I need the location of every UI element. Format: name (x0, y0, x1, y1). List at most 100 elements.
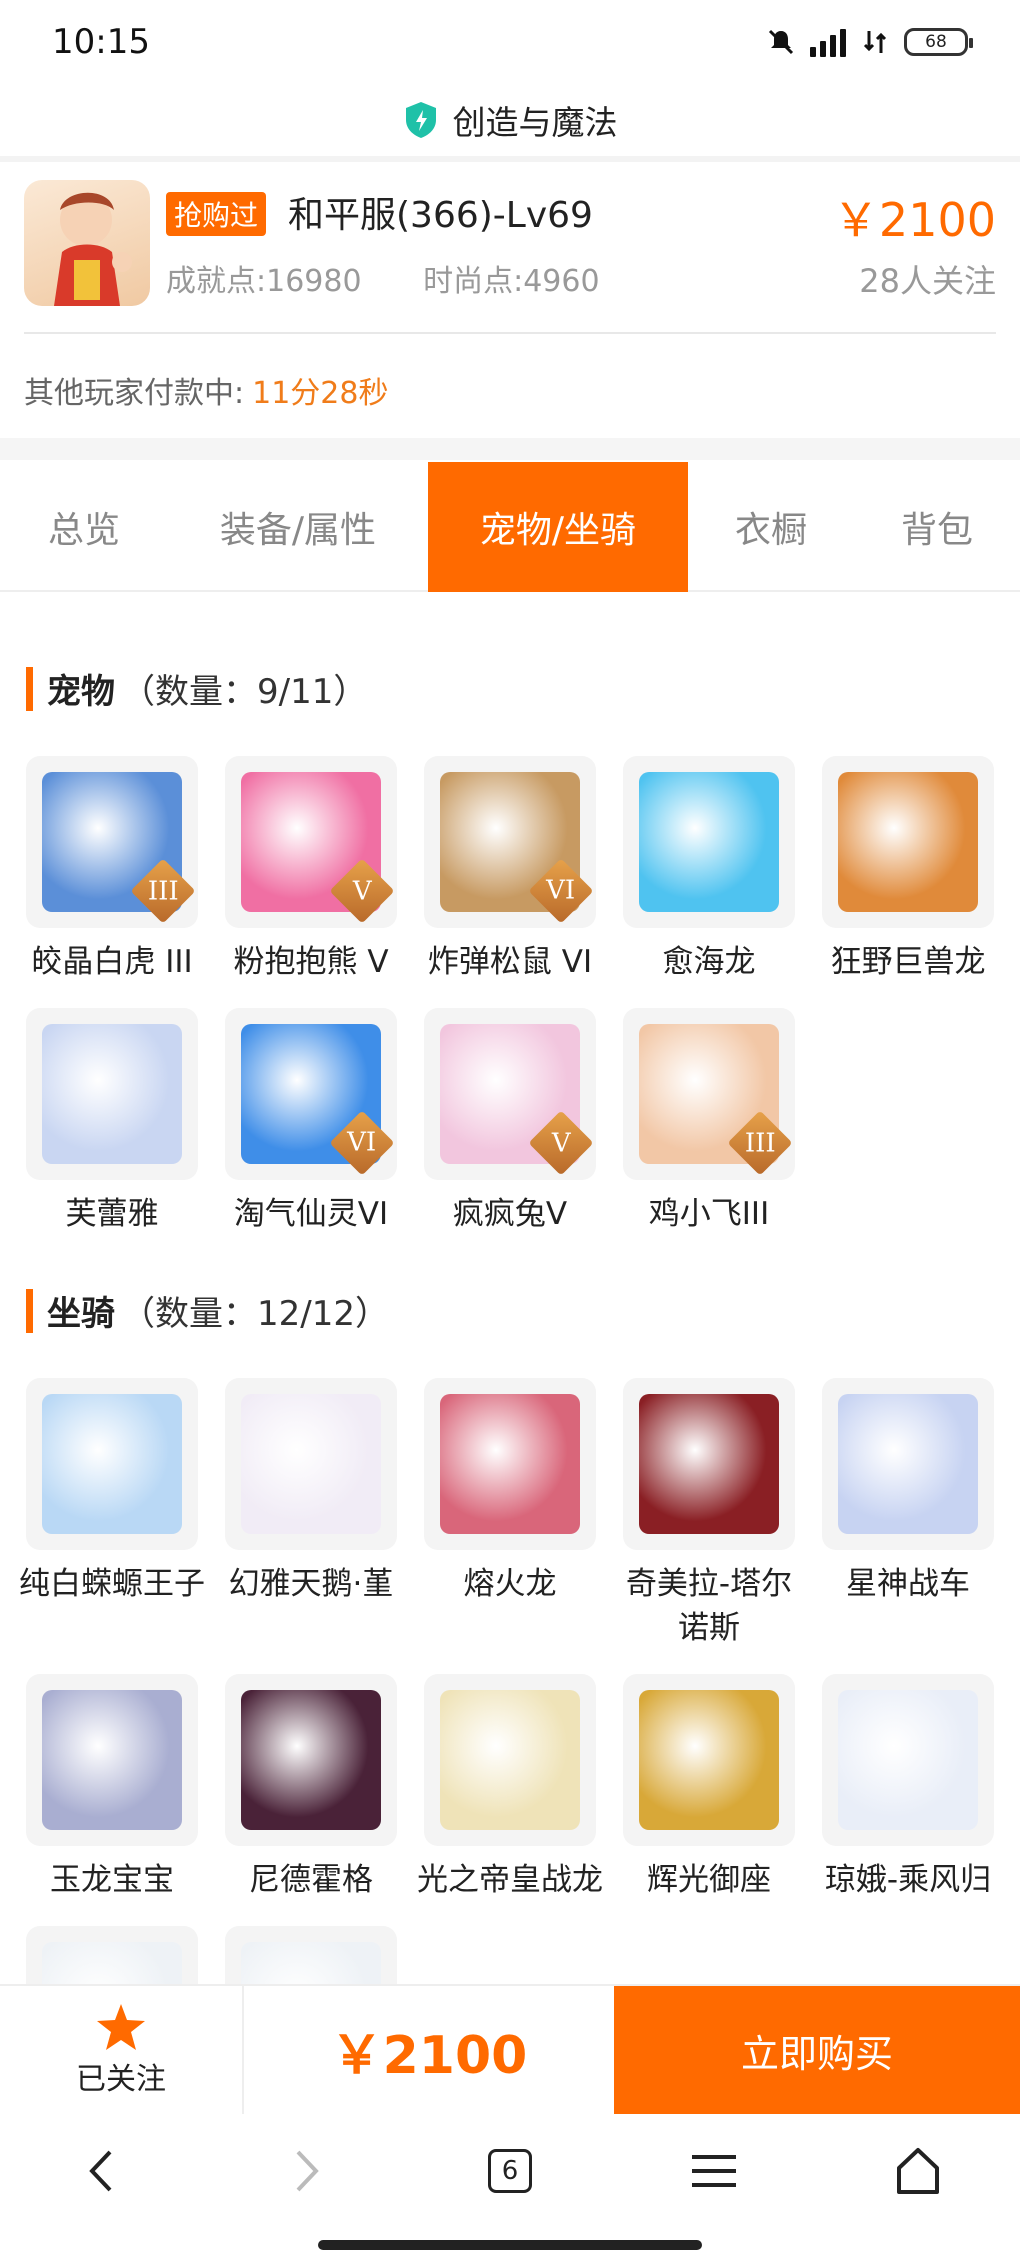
divider (24, 332, 996, 334)
mount-thumbnail (623, 1378, 795, 1550)
chevron-left-icon (89, 2150, 112, 2192)
tab-count: 6 (488, 2149, 532, 2193)
tab-pets-mounts[interactable]: 宠物/坐骑 (428, 462, 688, 592)
follow-button[interactable]: 已关注 (0, 1986, 244, 2114)
section-gap (0, 438, 1020, 460)
mount-name: 玉龙宝宝 (50, 1862, 174, 1898)
mount-item[interactable]: 奇美拉-塔尔诺斯 (623, 1378, 795, 1650)
mount-image (241, 1394, 381, 1534)
pet-thumbnail: V (225, 756, 397, 928)
status-time: 10:15 (52, 22, 150, 62)
mount-thumbnail (26, 1674, 198, 1846)
mount-item[interactable]: 熔火龙 (424, 1378, 596, 1650)
status-icons: 68 (766, 27, 973, 57)
status-bar: 10:15 68 (0, 0, 1020, 84)
mount-thumbnail (225, 1378, 397, 1550)
mount-item[interactable]: 纯白蝾螈王子 (19, 1378, 205, 1650)
app-title: 创造与魔法 (452, 103, 618, 142)
mount-item[interactable]: 玉龙宝宝 (26, 1674, 198, 1902)
home-button[interactable] (878, 2131, 958, 2211)
battery-icon: 68 (904, 28, 973, 56)
tab-equipment[interactable]: 装备/属性 (168, 462, 428, 592)
mount-item[interactable]: 琼娥-乘风归 (822, 1674, 994, 1902)
mount-item[interactable]: 星神战车 (822, 1378, 994, 1650)
mount-thumbnail (26, 1378, 198, 1550)
product-stats: 成就点:16980 时尚点:4960 (166, 256, 600, 300)
shield-icon (405, 102, 436, 138)
payment-label: 其他玩家付款中: (24, 376, 245, 411)
mute-bell-icon (768, 29, 794, 55)
signal-icon (810, 27, 846, 57)
star-icon (97, 2004, 145, 2050)
pet-item[interactable]: VI 淘气仙灵VI (225, 1008, 397, 1236)
pet-name: 狂野巨兽龙 (830, 944, 986, 980)
pet-item[interactable]: 狂野巨兽龙 (822, 756, 994, 984)
pet-thumbnail (26, 1008, 198, 1180)
mount-name: 光之帝皇战龙 (417, 1862, 603, 1898)
pet-name: 炸弹松鼠 VI (427, 944, 593, 980)
follower-count: 28人关注 (859, 262, 996, 300)
pet-name: 鸡小飞III (648, 1196, 770, 1232)
browser-nav-bar: 6 (0, 2116, 1020, 2226)
pet-name: 皎晶白虎 III (31, 944, 193, 980)
mount-image (42, 1394, 182, 1534)
home-icon (897, 2148, 939, 2194)
product-price: ￥2100 (832, 193, 996, 247)
bottom-price: ￥2100 (330, 2025, 528, 2086)
mount-name: 星神战车 (846, 1566, 970, 1602)
buy-now-button[interactable]: 立即购买 (614, 1986, 1020, 2114)
pet-image (838, 772, 978, 912)
accent-bar (26, 1288, 33, 1333)
mounts-section-title: 坐骑 （数量：12/12） (26, 1286, 389, 1335)
pet-thumbnail: VI (424, 756, 596, 928)
bottom-action-bar: 已关注 ￥2100 立即购买 (0, 1984, 1020, 2114)
pet-name: 疯疯兔V (452, 1196, 568, 1232)
character-avatar[interactable] (24, 180, 150, 306)
home-indicator (318, 2240, 702, 2250)
tab-wardrobe[interactable]: 衣橱 (688, 462, 854, 592)
mount-item[interactable]: 幻雅天鹅·堇 (225, 1378, 397, 1650)
mounts-count: （数量：12/12） (121, 1294, 389, 1334)
pet-thumbnail: III (623, 1008, 795, 1180)
forward-button[interactable] (266, 2131, 346, 2211)
pet-item[interactable]: VI 炸弹松鼠 VI (424, 756, 596, 984)
accent-bar (26, 666, 33, 711)
mount-thumbnail (822, 1674, 994, 1846)
mount-image (42, 1690, 182, 1830)
mount-image (838, 1394, 978, 1534)
mount-name: 辉光御座 (647, 1862, 771, 1898)
menu-button[interactable] (674, 2131, 754, 2211)
mount-item[interactable]: 辉光御座 (623, 1674, 795, 1902)
pets-count: （数量：9/11） (121, 672, 368, 712)
pets-section-title: 宠物 （数量：9/11） (26, 664, 367, 713)
pet-name: 粉抱抱熊 V (233, 944, 389, 980)
pet-thumbnail: VI (225, 1008, 397, 1180)
product-name: 和平服(366)-Lv69 (288, 195, 593, 236)
mount-name: 幻雅天鹅·堇 (228, 1566, 394, 1602)
mount-thumbnail (822, 1378, 994, 1550)
pet-image (42, 1024, 182, 1164)
pet-item[interactable]: 愈海龙 (623, 756, 795, 984)
pets-title: 宠物 (47, 672, 115, 712)
mount-name: 尼德霍格 (249, 1862, 373, 1898)
fashion-points: 时尚点:4960 (423, 264, 600, 299)
tab-overview[interactable]: 总览 (0, 462, 168, 592)
back-button[interactable] (62, 2131, 142, 2211)
tab-bar: 总览 装备/属性 宠物/坐骑 衣橱 背包 (0, 462, 1020, 592)
mount-item[interactable]: 光之帝皇战龙 (417, 1674, 603, 1902)
mount-name: 琼娥-乘风归 (824, 1862, 992, 1898)
tab-backpack[interactable]: 背包 (854, 462, 1020, 592)
data-transfer-icon (863, 31, 887, 53)
mounts-title: 坐骑 (47, 1294, 115, 1334)
mount-item[interactable]: 尼德霍格 (225, 1674, 397, 1902)
character-avatar-image (54, 192, 132, 306)
pet-item[interactable]: III 鸡小飞III (623, 1008, 795, 1236)
tabs-button[interactable]: 6 (470, 2131, 550, 2211)
pet-item[interactable]: 芙蕾雅 (26, 1008, 198, 1236)
mount-image (241, 1690, 381, 1830)
pet-item[interactable]: V 疯疯兔V (424, 1008, 596, 1236)
pet-item[interactable]: III 皎晶白虎 III (26, 756, 198, 984)
mount-image (440, 1394, 580, 1534)
mount-name: 奇美拉-塔尔诺斯 (625, 1566, 793, 1646)
pet-item[interactable]: V 粉抱抱熊 V (225, 756, 397, 984)
